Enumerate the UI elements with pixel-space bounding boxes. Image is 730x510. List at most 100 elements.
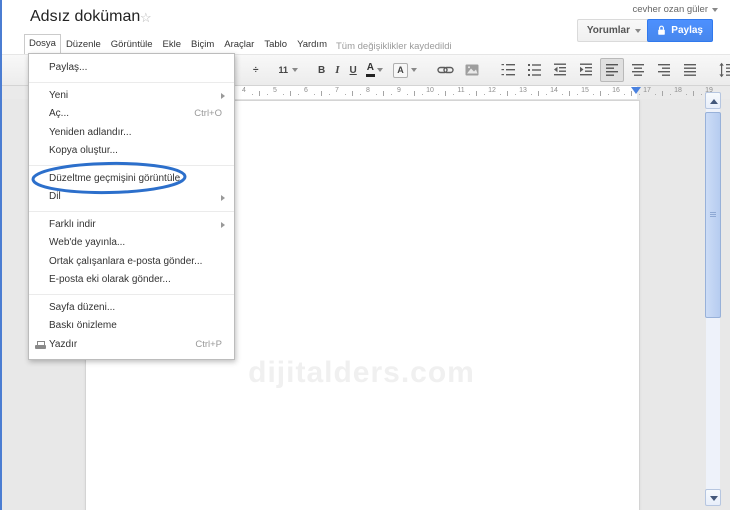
- menu-separator: [29, 210, 234, 212]
- menu-ekle[interactable]: Ekle: [158, 35, 186, 54]
- scroll-up-button[interactable]: [705, 92, 721, 109]
- ruler-tick: [314, 94, 315, 95]
- menu-item-label: Düzeltme geçmişini görüntüle: [49, 172, 181, 184]
- ruler-tick: [593, 94, 594, 95]
- increase-indent-button[interactable]: [574, 58, 598, 82]
- bulleted-list-icon: [528, 64, 541, 76]
- file-menu-item-yazd-r[interactable]: Yazdır Ctrl+P: [29, 336, 234, 355]
- save-status: Tüm değişiklikler kaydedildi: [336, 41, 452, 52]
- ruler-number: 11: [457, 87, 465, 94]
- ruler-tick: [701, 94, 702, 95]
- menu-item-label: E-posta eki olarak gönder...: [49, 274, 171, 285]
- menu-item-label: Sayfa düzeni...: [49, 301, 116, 313]
- ruler-tick: [577, 94, 578, 95]
- bulleted-list-button[interactable]: [522, 58, 546, 82]
- share-button[interactable]: Paylaş: [647, 19, 713, 42]
- ruler-tick: [407, 94, 408, 95]
- chevron-down-icon: [710, 496, 718, 501]
- justify-icon: [684, 64, 696, 76]
- numbered-list-button[interactable]: [496, 58, 520, 82]
- ruler-tick: [329, 94, 330, 95]
- ruler-tick: [352, 91, 353, 96]
- ruler-number: 16: [612, 87, 620, 94]
- scroll-down-button[interactable]: [705, 489, 721, 506]
- file-menu-item-payla[interactable]: Paylaş...: [29, 59, 234, 78]
- menu-item-label: Yeniden adlandır...: [49, 126, 132, 138]
- scrollbar-thumb[interactable]: [705, 112, 721, 318]
- text-color-glyph: A: [365, 63, 376, 77]
- ruler-tick: [445, 91, 446, 96]
- align-left-button[interactable]: [600, 58, 624, 82]
- ruler-tick: [376, 94, 377, 95]
- menu-tablo[interactable]: Tablo: [259, 35, 292, 54]
- file-menu-item-bask-nizleme[interactable]: Baskı önizleme: [29, 317, 234, 336]
- underline-button[interactable]: U: [346, 58, 361, 82]
- menu-item-label: Ortak çalışanlara e-posta gönder...: [49, 255, 203, 267]
- numbered-list-icon: [501, 64, 515, 76]
- text-color-button[interactable]: A: [363, 58, 387, 82]
- file-menu-item-yeniden-adland-r[interactable]: Yeniden adlandır...: [29, 124, 234, 143]
- submenu-arrow-icon: [221, 93, 225, 99]
- justify-button[interactable]: [678, 58, 702, 82]
- menu-yard-m[interactable]: Yardım: [292, 35, 332, 54]
- menu-item-label: Dil: [49, 191, 61, 202]
- menu-ara-lar[interactable]: Araçlar: [219, 35, 259, 54]
- ruler-tick: [267, 94, 268, 95]
- menu-bar: Dosya Düzenle Görüntüle Ekle Biçim Araçlar Tab…: [24, 34, 332, 54]
- menu-dosya[interactable]: Dosya: [24, 34, 61, 54]
- ruler-tick: [538, 91, 539, 96]
- insert-link-button[interactable]: [433, 58, 458, 82]
- right-indent-marker[interactable]: [631, 87, 641, 94]
- file-menu-item-web-de-yay-nla[interactable]: Web'de yayınla...: [29, 234, 234, 253]
- file-menu-item-kopya-olu-tur[interactable]: Kopya oluştur...: [29, 142, 234, 161]
- insert-image-button[interactable]: [460, 58, 484, 82]
- ruler-number: 15: [581, 87, 589, 94]
- file-menu-item-yeni[interactable]: Yeni: [29, 87, 234, 106]
- ruler-tick: [259, 91, 260, 96]
- font-size-stepper[interactable]: ÷: [249, 58, 263, 82]
- menu-item-label: Aç...: [49, 108, 70, 119]
- menu-item-label: Kopya oluştur...: [49, 145, 118, 156]
- menu-item-label: Paylaş...: [49, 62, 88, 73]
- menu-d-zenle[interactable]: Düzenle: [61, 35, 106, 54]
- file-menu-item-d-zeltme-ge-mi-ini-g-r-nt-le[interactable]: Düzeltme geçmişini görüntüle: [29, 170, 234, 189]
- printer-icon: [35, 340, 46, 350]
- ruler-tick: [515, 94, 516, 95]
- comments-button-label: Yorumlar: [586, 25, 630, 36]
- ruler-tick: [290, 91, 291, 96]
- line-spacing-button[interactable]: [714, 58, 730, 82]
- file-menu-item-sayfa-d-zeni[interactable]: Sayfa düzeni...: [29, 299, 234, 318]
- ruler-tick: [345, 94, 346, 95]
- ruler-tick: [569, 91, 570, 96]
- file-menu-item-e-posta-eki-olarak-g-nder[interactable]: E-posta eki olarak gönder...: [29, 271, 234, 290]
- star-icon[interactable]: ☆: [140, 10, 152, 26]
- ruler-tick: [453, 94, 454, 95]
- font-size-select[interactable]: 11: [275, 58, 303, 82]
- scrollbar-grip-icon: [710, 212, 716, 213]
- stepper-glyph: ÷: [253, 64, 259, 76]
- highlight-color-button[interactable]: A: [389, 58, 421, 82]
- italic-button[interactable]: I: [331, 58, 343, 82]
- file-menu-item-farkl-indir[interactable]: Farklı indir: [29, 216, 234, 235]
- ruler-tick: [469, 94, 470, 95]
- ruler-tick: [546, 94, 547, 95]
- decrease-indent-button[interactable]: [548, 58, 572, 82]
- menu-separator: [29, 81, 234, 83]
- ruler-number: 5: [273, 87, 277, 94]
- ruler-tick: [283, 94, 284, 95]
- align-center-button[interactable]: [626, 58, 650, 82]
- menu-g-r-nt-le[interactable]: Görüntüle: [106, 35, 158, 54]
- chevron-down-icon: [411, 68, 417, 72]
- document-title[interactable]: Adsız doküman: [30, 8, 140, 26]
- line-spacing-icon: [719, 62, 730, 78]
- comments-button[interactable]: Yorumlar: [576, 19, 651, 42]
- ruler-tick: [414, 91, 415, 96]
- menu-bi-im[interactable]: Biçim: [186, 35, 219, 54]
- file-menu-item-a[interactable]: Aç... Ctrl+O: [29, 105, 234, 124]
- decrease-indent-icon: [554, 63, 566, 76]
- file-menu-item-ortak-al-anlara-e-posta-g-nder[interactable]: Ortak çalışanlara e-posta gönder...: [29, 253, 234, 272]
- user-menu[interactable]: cevher ozan güler: [632, 4, 718, 15]
- file-menu-item-dil[interactable]: Dil: [29, 188, 234, 207]
- align-right-button[interactable]: [652, 58, 676, 82]
- bold-button[interactable]: B: [314, 58, 329, 82]
